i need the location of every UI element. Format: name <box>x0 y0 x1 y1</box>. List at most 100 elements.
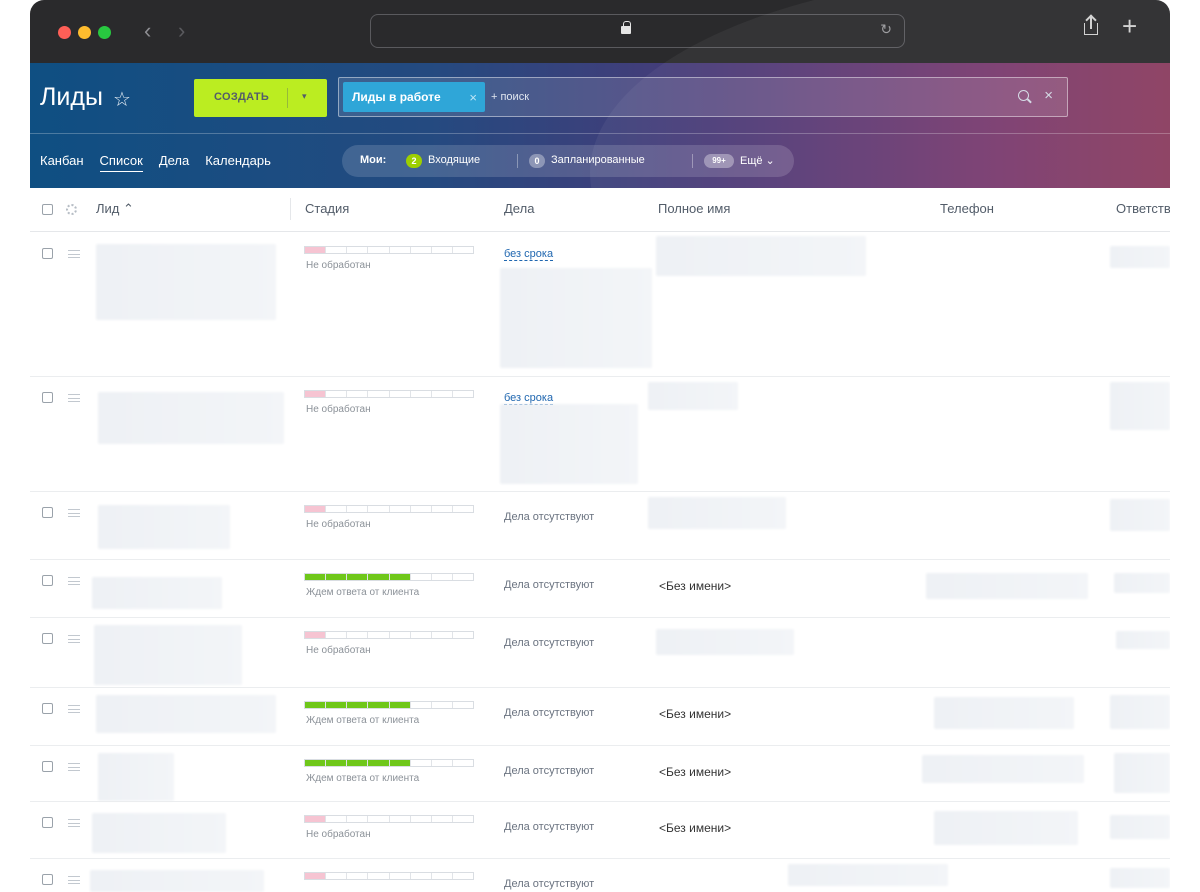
row-checkbox[interactable] <box>42 575 53 586</box>
tab-list[interactable]: Список <box>99 153 143 172</box>
phone-redacted <box>934 697 1074 729</box>
stage-label: Ждем ответа от клиента <box>306 773 420 784</box>
lead-title-redacted[interactable] <box>96 695 276 733</box>
responsible-redacted <box>1110 815 1170 839</box>
filter-search-box[interactable]: Лиды в работе × + поиск × <box>338 77 1068 117</box>
table-row[interactable]: Ждем ответа от клиента Дела отсутствуют <Б… <box>30 687 1170 745</box>
lead-title-redacted[interactable] <box>96 244 276 320</box>
tab-kanban[interactable]: Канбан <box>40 153 84 172</box>
row-menu-icon[interactable] <box>68 250 80 258</box>
column-lead[interactable]: Лид ⌃ <box>96 201 134 217</box>
row-menu-icon[interactable] <box>68 876 80 884</box>
stage-label: Ждем ответа от клиента <box>306 587 420 598</box>
stage-progress-bar[interactable] <box>304 631 474 639</box>
counters-panel: Мои: 2 Входящие 0 Запланированные 99+ Ещ… <box>342 145 794 177</box>
table-row[interactable]: Ждем ответа от клиента Дела отсутствуют <Б… <box>30 745 1170 801</box>
stage-progress-bar[interactable] <box>304 815 474 823</box>
row-menu-icon[interactable] <box>68 577 80 585</box>
row-checkbox[interactable] <box>42 761 53 772</box>
lead-title-redacted[interactable] <box>92 577 222 609</box>
table-row[interactable]: Не обработан Дела отсутствуют <box>30 491 1170 559</box>
stage-progress-bar[interactable] <box>304 505 474 513</box>
table-row[interactable]: Не обработан Дела отсутствуют <box>30 617 1170 687</box>
page-title: Лиды <box>40 83 103 111</box>
stage-label: Не обработан <box>306 404 371 415</box>
row-checkbox[interactable] <box>42 507 53 518</box>
column-stage[interactable]: Стадия <box>305 201 349 216</box>
full-name: <Без имени> <box>659 821 732 835</box>
row-checkbox[interactable] <box>42 633 53 644</box>
table-row[interactable]: Не обработан без срока <box>30 376 1170 491</box>
forward-arrow-icon[interactable]: › <box>178 18 185 44</box>
tab-activities[interactable]: Дела <box>159 153 189 172</box>
row-checkbox[interactable] <box>42 703 53 714</box>
full-name-redacted <box>648 497 786 529</box>
stage-progress-bar[interactable] <box>304 390 474 398</box>
table-row[interactable]: Не обработан Дела отсутствуют <Без имени> <box>30 801 1170 858</box>
zoom-window-icon[interactable] <box>98 26 111 39</box>
responsible-redacted <box>1110 246 1170 268</box>
search-input[interactable]: + поиск <box>491 91 529 103</box>
stage-progress-bar[interactable] <box>304 872 474 880</box>
row-checkbox[interactable] <box>42 248 53 259</box>
back-arrow-icon[interactable]: ‹ <box>144 18 151 44</box>
stage-label: Не обработан <box>306 645 371 656</box>
row-checkbox[interactable] <box>42 392 53 403</box>
lead-title-redacted[interactable] <box>90 870 264 892</box>
remove-filter-icon[interactable]: × <box>469 90 477 105</box>
lead-title-redacted[interactable] <box>98 392 284 444</box>
row-checkbox[interactable] <box>42 817 53 828</box>
responsible-redacted <box>1116 631 1170 649</box>
create-button[interactable]: СОЗДАТЬ ▾ <box>194 79 327 117</box>
phone-redacted <box>922 755 1084 783</box>
counter-planned[interactable]: Запланированные <box>551 154 645 166</box>
lead-title-redacted[interactable] <box>92 813 226 853</box>
chevron-down-icon[interactable]: ▾ <box>302 91 307 102</box>
star-icon[interactable]: ☆ <box>113 87 131 112</box>
full-name: <Без имени> <box>659 579 732 593</box>
table-header: Лид ⌃ Стадия Дела Полное имя Телефон Отв… <box>30 188 1170 232</box>
leads-table: Лид ⌃ Стадия Дела Полное имя Телефон Отв… <box>30 188 1170 892</box>
minimize-window-icon[interactable] <box>78 26 91 39</box>
column-phone[interactable]: Телефон <box>940 201 994 216</box>
tab-calendar[interactable]: Календарь <box>205 153 271 172</box>
activity-status: Дела отсутствуют <box>504 707 595 719</box>
gear-icon[interactable] <box>66 204 77 215</box>
row-menu-icon[interactable] <box>68 819 80 827</box>
row-menu-icon[interactable] <box>68 705 80 713</box>
table-row[interactable]: Дела отсутствуют <box>30 858 1170 892</box>
row-checkbox[interactable] <box>42 874 53 885</box>
row-menu-icon[interactable] <box>68 763 80 771</box>
column-full-name[interactable]: Полное имя <box>658 201 730 216</box>
table-row[interactable]: Не обработан без срока <box>30 232 1170 376</box>
stage-progress-bar[interactable] <box>304 246 474 254</box>
filter-chip[interactable]: Лиды в работе × <box>343 82 485 112</box>
row-menu-icon[interactable] <box>68 509 80 517</box>
activity-details-redacted <box>500 268 652 368</box>
lead-title-redacted[interactable] <box>94 625 242 685</box>
lead-title-redacted[interactable] <box>98 753 174 801</box>
column-activities[interactable]: Дела <box>504 201 534 216</box>
close-window-icon[interactable] <box>58 26 71 39</box>
lead-title-redacted[interactable] <box>98 505 230 549</box>
table-row[interactable]: Ждем ответа от клиента Дела отсутствуют <Б… <box>30 559 1170 617</box>
responsible-redacted <box>1110 382 1170 430</box>
stage-progress-bar[interactable] <box>304 759 474 767</box>
row-menu-icon[interactable] <box>68 394 80 402</box>
column-responsible[interactable]: Ответстве <box>1116 201 1170 216</box>
create-button-label: СОЗДАТЬ <box>214 91 270 103</box>
stage-progress-bar[interactable] <box>304 701 474 709</box>
activity-link[interactable]: без срока <box>504 248 554 261</box>
activity-status: Дела отсутствуют <box>504 511 595 523</box>
filter-chip-label: Лиды в работе <box>352 90 441 104</box>
clear-search-icon[interactable]: × <box>1044 87 1053 104</box>
counter-incoming[interactable]: Входящие <box>428 154 480 166</box>
select-all-checkbox[interactable] <box>42 204 53 215</box>
responsible-redacted <box>1110 499 1170 531</box>
stage-progress-bar[interactable] <box>304 573 474 581</box>
search-icon[interactable] <box>1018 90 1029 101</box>
counter-more[interactable]: Ещё ⌄ <box>740 154 775 167</box>
row-menu-icon[interactable] <box>68 635 80 643</box>
view-switcher: Канбан Список Дела Календарь <box>40 153 271 172</box>
activity-status: Дела отсутствуют <box>504 765 595 777</box>
